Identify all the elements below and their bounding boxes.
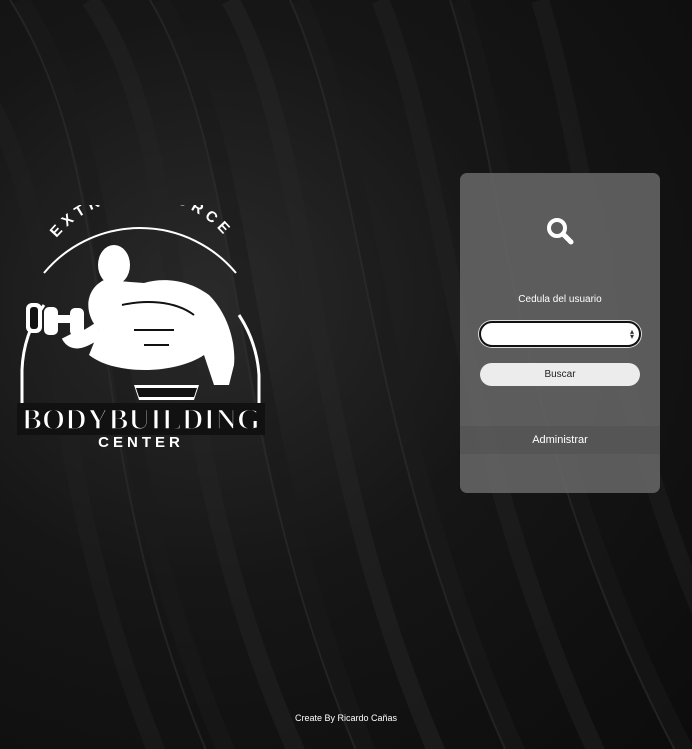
cedula-input[interactable] [491,324,635,346]
buscar-button[interactable]: Buscar [480,363,640,386]
logo-main-text: BODYBUILDING [22,403,260,436]
administrar-link[interactable]: Administrar [460,426,660,454]
footer-credit: Create By Ricardo Cañas [294,713,398,723]
cedula-input-wrapper: ▴ ▾ [479,321,641,347]
search-panel: Cedula del usuario ▴ ▾ Buscar Administrar [460,173,660,493]
logo-sub-text: CENTER [98,434,184,451]
logo-top-text: EXTREME FORCE [47,205,236,241]
dumbbell-icon [26,303,84,336]
spinner-arrows-icon[interactable]: ▴ ▾ [630,328,634,341]
cedula-label: Cedula del usuario [518,294,602,305]
gym-logo: EXTREME FORCE BODYBUILDING [14,205,269,460]
search-icon [546,217,574,245]
bodybuilder-figure [26,245,235,400]
